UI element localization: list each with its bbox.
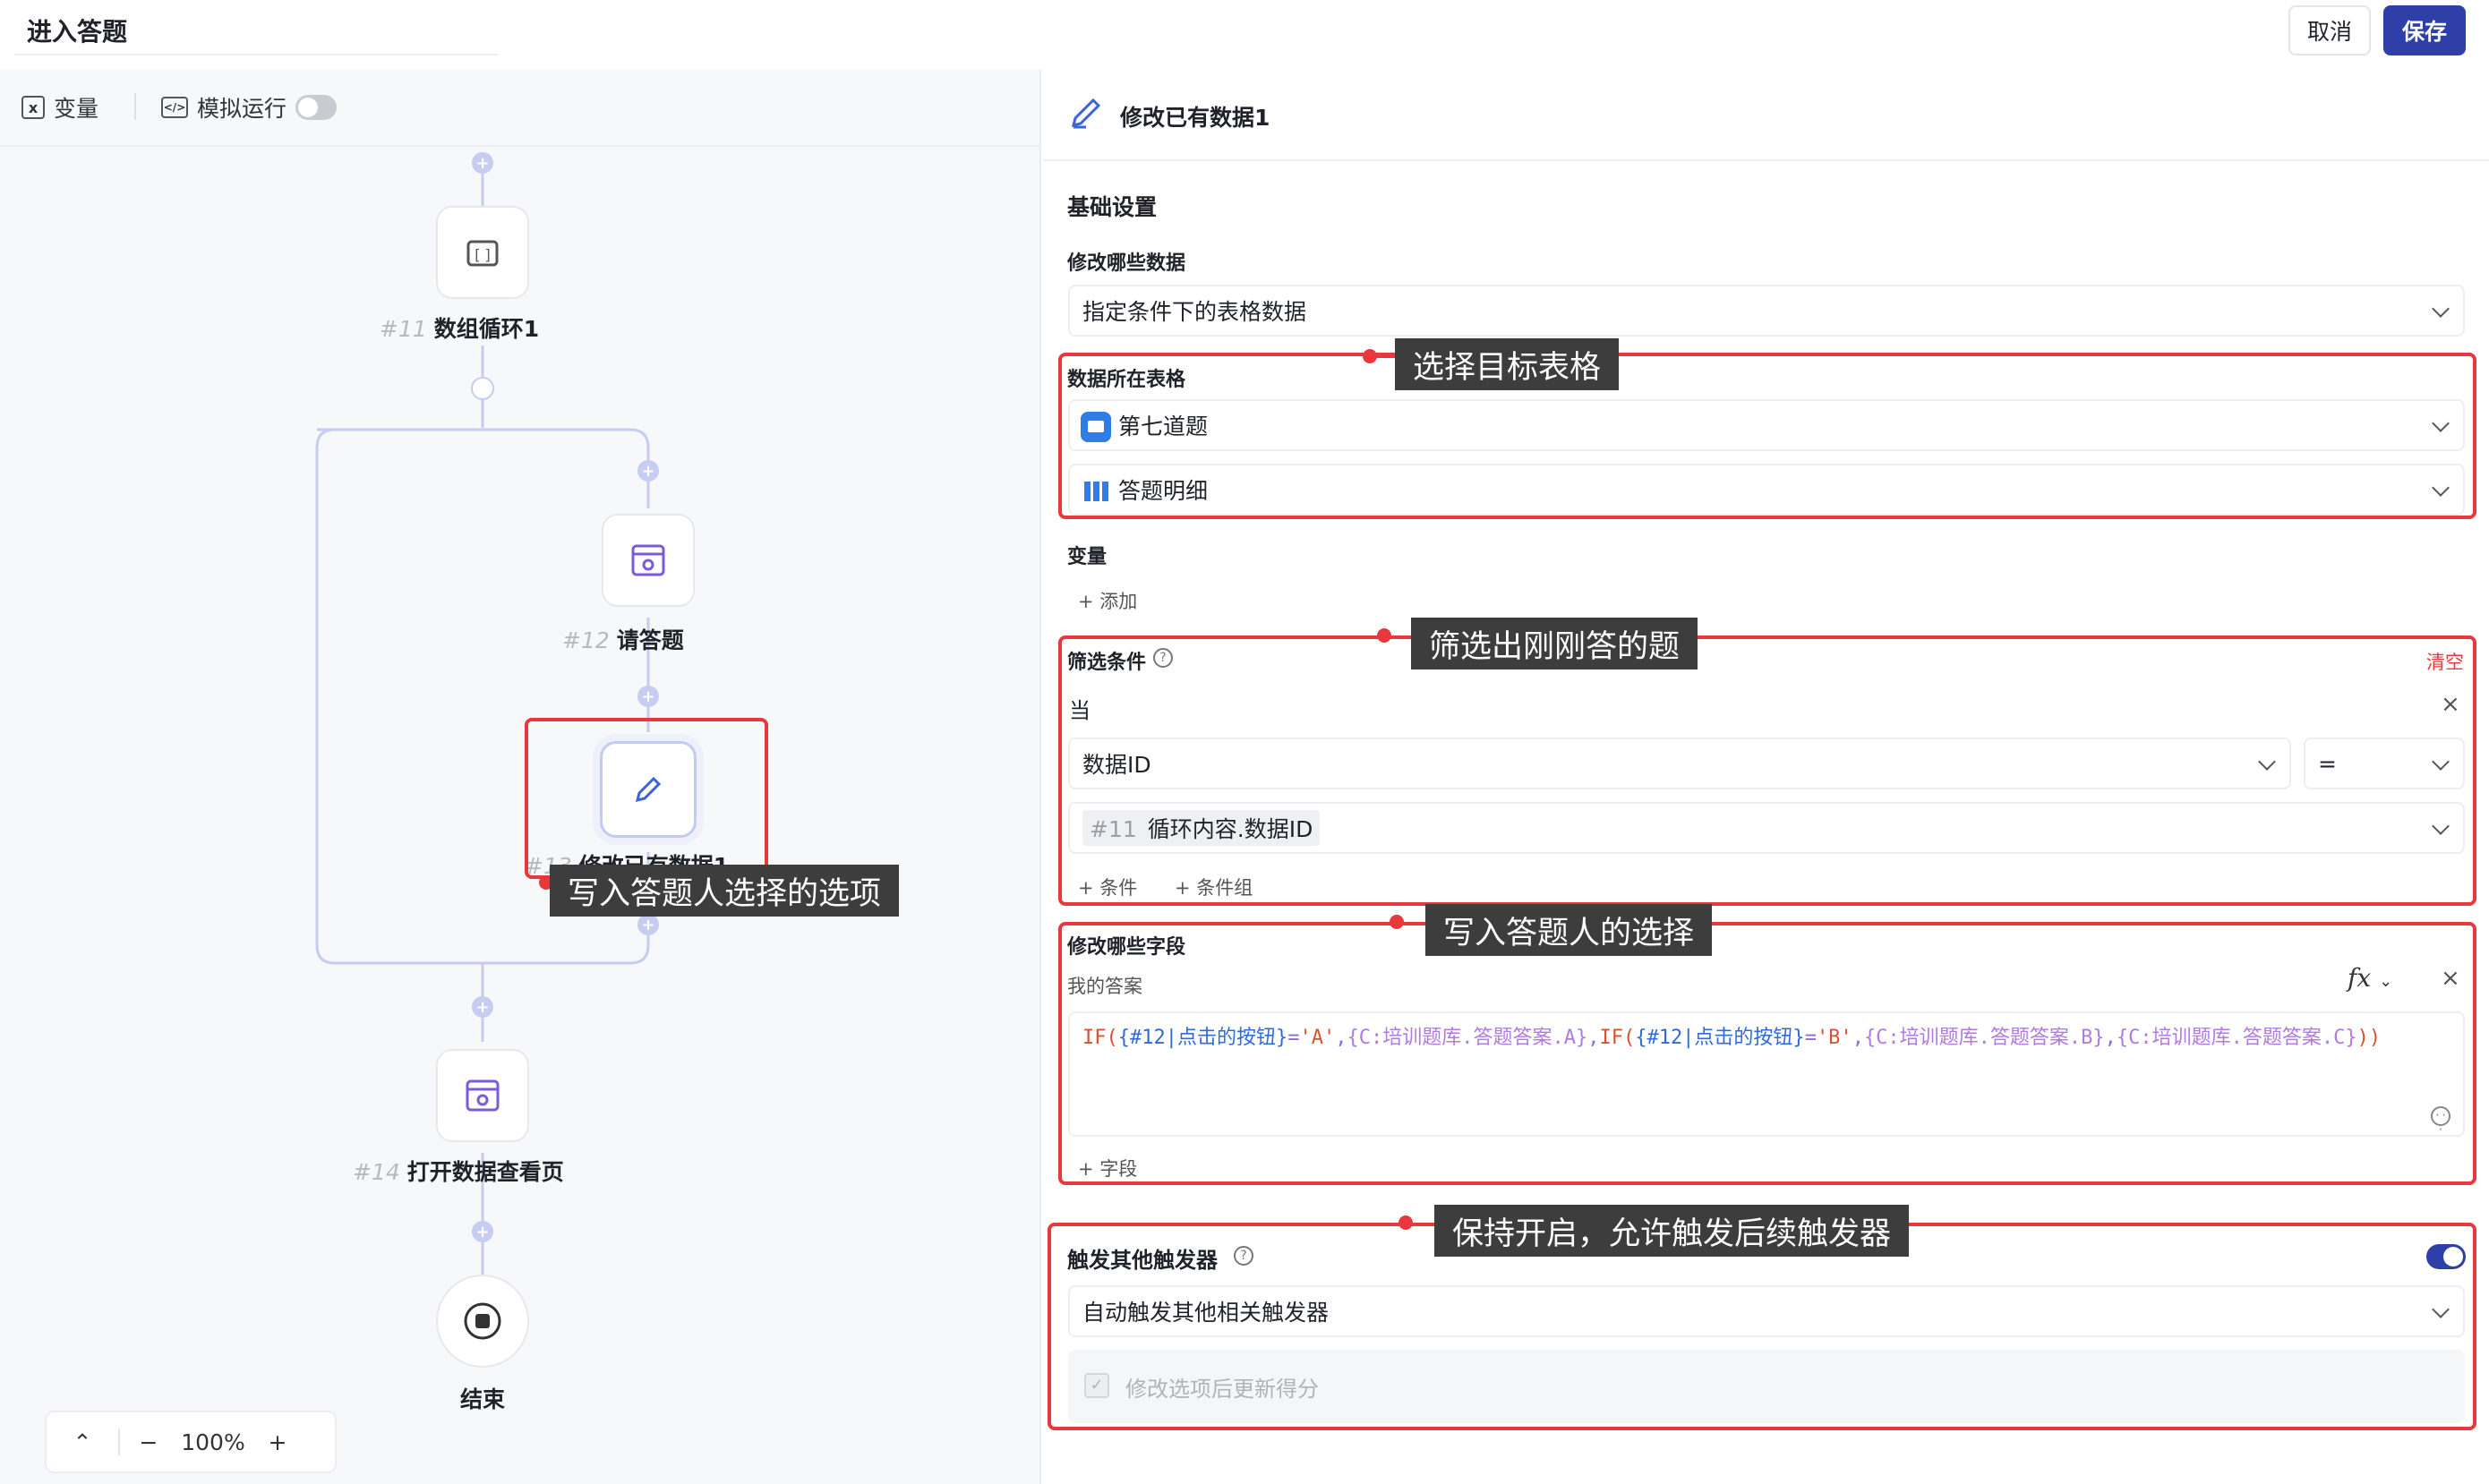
annotation-box-filter bbox=[1058, 635, 2476, 906]
svg-text:+: + bbox=[475, 1223, 489, 1241]
zoom-in-button[interactable]: + bbox=[249, 1429, 306, 1455]
page-title: 进入答题 bbox=[27, 17, 128, 47]
annotation-dot bbox=[1398, 1215, 1413, 1230]
annotation-callout: 写入答题人选择的选项 bbox=[550, 865, 900, 917]
annotation-box-fields bbox=[1058, 922, 2476, 1185]
plus-icon: + bbox=[1078, 591, 1100, 612]
svg-text:+: + bbox=[641, 462, 654, 481]
annotation-callout: 保持开启，允许触发后续触发器 bbox=[1434, 1205, 1910, 1257]
annotation-dot bbox=[1377, 628, 1391, 643]
save-button[interactable]: 保存 bbox=[2383, 5, 2466, 55]
panel-title: 修改已有数据1 bbox=[1120, 105, 1270, 131]
svg-text:+: + bbox=[641, 687, 654, 706]
annotation-callout: 选择目标表格 bbox=[1395, 338, 1620, 390]
node-label: #14 打开数据查看页 bbox=[353, 1159, 564, 1185]
annotation-box-node bbox=[525, 718, 768, 879]
modify-which-data-select[interactable]: 指定条件下的表格数据 bbox=[1068, 285, 2465, 337]
svg-text:+: + bbox=[475, 998, 489, 1017]
loop-icon: [ ] bbox=[466, 240, 499, 267]
annotation-callout: 筛选出刚刚答的题 bbox=[1411, 618, 1698, 670]
node-label: 结束 bbox=[460, 1386, 506, 1412]
variables-label: 变量 bbox=[1067, 546, 1108, 568]
view-page-icon bbox=[631, 544, 665, 576]
end-node[interactable] bbox=[436, 1275, 529, 1368]
annotation-callout: 写入答题人的选择 bbox=[1425, 904, 1713, 956]
zoom-controls: ⌃ − 100% + bbox=[45, 1411, 337, 1473]
array-loop-node[interactable]: [ ] bbox=[436, 206, 529, 299]
annotation-box-table bbox=[1058, 353, 2476, 519]
cancel-button[interactable]: 取消 bbox=[2288, 5, 2371, 55]
open-data-view-node[interactable] bbox=[436, 1049, 529, 1142]
svg-text:+: + bbox=[475, 154, 489, 173]
modify-which-data-label: 修改哪些数据 bbox=[1067, 252, 1186, 275]
pencil-icon bbox=[1068, 95, 1104, 134]
flow-canvas[interactable]: x 变量 </> 模拟运行 + + + + + + [] #11 数组循环1 … bbox=[0, 70, 1041, 1484]
stop-icon bbox=[464, 1302, 501, 1340]
answer-page-node[interactable] bbox=[602, 514, 695, 607]
title-divider bbox=[14, 54, 498, 55]
section-basic: 基础设置 bbox=[1067, 194, 1158, 220]
zoom-level: 100% bbox=[181, 1429, 245, 1455]
svg-text:[ ]: [ ] bbox=[475, 246, 491, 263]
select-value: 指定条件下的表格数据 bbox=[1082, 299, 1307, 325]
svg-text:+: + bbox=[641, 916, 654, 934]
top-bar: 进入答题 取消 保存 bbox=[0, 0, 2489, 63]
node-label: #12 请答题 bbox=[562, 627, 684, 653]
node-label: #11 数组循环1 bbox=[380, 316, 540, 342]
zoom-out-button[interactable]: − bbox=[120, 1429, 177, 1455]
add-variable-button[interactable]: + 添加 bbox=[1078, 587, 1137, 614]
annotation-dot bbox=[1390, 915, 1404, 929]
collapse-icon[interactable]: ⌃ bbox=[47, 1429, 118, 1455]
chevron-down-icon bbox=[2432, 300, 2450, 318]
view-page-icon bbox=[466, 1079, 500, 1112]
